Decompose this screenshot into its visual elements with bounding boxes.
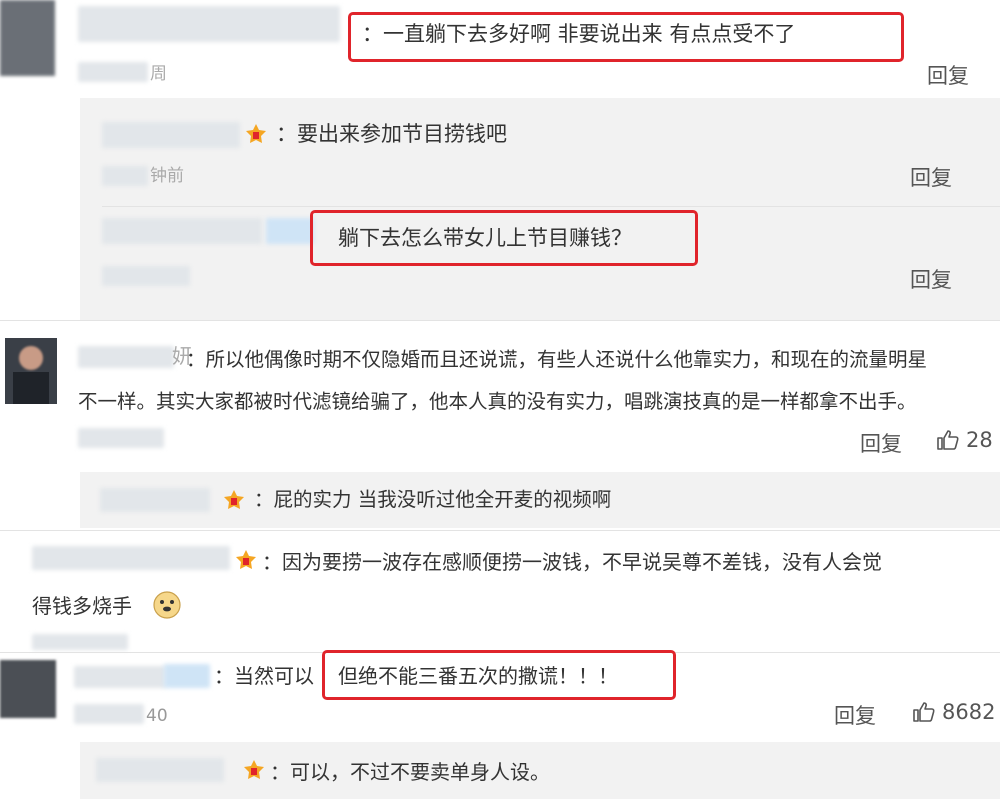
- vip-badge-icon: [246, 124, 266, 143]
- timestamp-meta: 40: [146, 706, 168, 726]
- timestamp-blurred: [78, 62, 148, 82]
- avatar[interactable]: [0, 660, 56, 718]
- divider: [102, 206, 1000, 207]
- reply-text: ：要出来参加节目捞钱吧: [276, 122, 507, 146]
- timestamp-blurred: [102, 266, 190, 286]
- reply-button[interactable]: 回复: [927, 60, 969, 90]
- like-count: 28: [966, 428, 993, 452]
- vip-badge-icon: [244, 760, 264, 779]
- comment-text-highlight: 但绝不能三番五次的撒谎！！！: [338, 664, 618, 688]
- reply-button[interactable]: 回复: [834, 700, 876, 730]
- username-blurred[interactable]: [96, 758, 224, 782]
- comment-text-line-1: ：所以他偶像时期不仅隐婚而且还说谎，有些人还说什么他靠实力，和现在的流量明星: [186, 348, 928, 371]
- thumbs-up-icon: [937, 430, 959, 450]
- avatar[interactable]: [0, 0, 55, 76]
- timestamp-blurred: [74, 704, 144, 724]
- reply-text: ：可以，不过不要卖单身人设。: [270, 760, 550, 784]
- comment-text: ：当然可以: [214, 664, 314, 688]
- reply-text: 躺下去怎么带女儿上节目赚钱？: [338, 226, 632, 250]
- username-blurred[interactable]: [78, 346, 174, 368]
- comment-text: ：一直躺下去多好啊 非要说出来 有点点受不了: [362, 22, 796, 46]
- like-count: 8682: [942, 700, 996, 724]
- username-blurred[interactable]: [32, 546, 230, 570]
- comment-text-line-2: 得钱多烧手: [32, 594, 132, 618]
- timestamp-meta: 周: [150, 64, 167, 84]
- divider: [0, 530, 1000, 531]
- comment-text-line-1: ：因为要捞一波存在感顺便捞一波钱，不早说吴尊不差钱，没有人会觉: [262, 550, 882, 574]
- like-button[interactable]: 28: [936, 428, 993, 452]
- username-blurred[interactable]: [100, 488, 210, 512]
- timestamp-meta: 钟前: [150, 166, 184, 186]
- reply-button[interactable]: 回复: [860, 428, 902, 458]
- timestamp-blurred: [78, 428, 164, 448]
- like-button[interactable]: 8682: [912, 700, 995, 724]
- username-blurred[interactable]: [266, 218, 314, 244]
- timestamp-blurred: [102, 166, 148, 186]
- thumbs-up-icon: [913, 702, 935, 722]
- reply-button[interactable]: 回复: [910, 264, 952, 294]
- doge-emoji-icon: [153, 591, 181, 619]
- username-blurred[interactable]: [74, 666, 166, 688]
- avatar[interactable]: [5, 338, 57, 404]
- timestamp-blurred: [32, 634, 128, 650]
- divider: [0, 320, 1000, 321]
- username-blurred[interactable]: [102, 122, 240, 148]
- reply-text: ：屁的实力 当我没听过他全开麦的视频啊: [254, 488, 612, 511]
- comment-text-line-2: 不一样。其实大家都被时代滤镜给骗了，他本人真的没有实力，唱跳演技真的是一样都拿不…: [78, 390, 917, 413]
- username-blurred[interactable]: [102, 218, 262, 244]
- username-blurred[interactable]: [164, 664, 210, 688]
- vip-badge-icon: [224, 490, 244, 509]
- username-blurred[interactable]: [78, 6, 340, 42]
- vip-badge-icon: [236, 550, 256, 569]
- reply-button[interactable]: 回复: [910, 162, 952, 192]
